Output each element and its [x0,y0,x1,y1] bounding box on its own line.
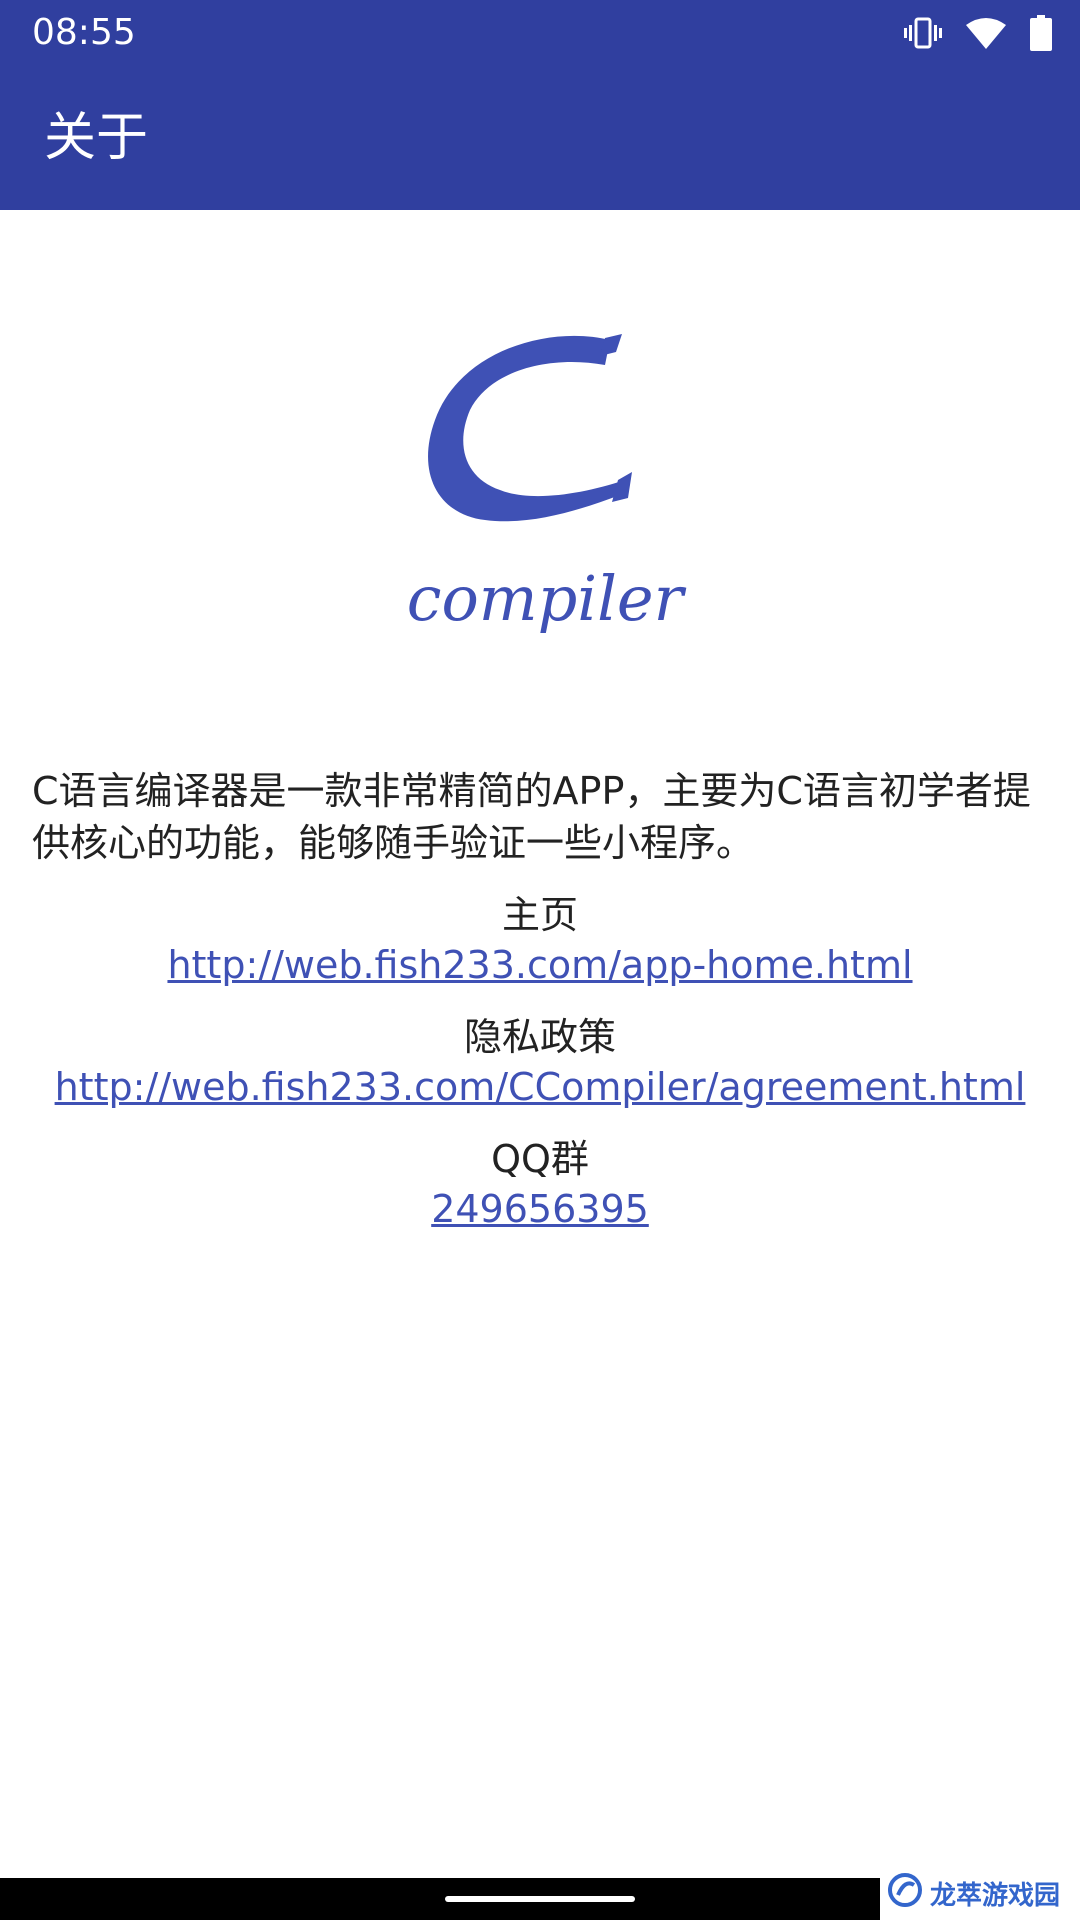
logo-letter: C [390,330,391,331]
status-bar: 08:55 [0,0,1080,66]
watermark-logo-icon [887,1873,922,1914]
homepage-link[interactable]: http://web.fish233.com/app-home.html [167,940,912,990]
page-title: 关于 [44,108,149,168]
privacy-label: 隐私政策 [463,1015,616,1059]
privacy-section: 隐私政策 http://web.fish233.com/CCompiler/ag… [0,1012,1080,1112]
home-gesture-handle[interactable] [445,1896,635,1902]
app-bar: 关于 [0,66,1080,210]
watermark-text: 龙萃游戏园 [929,1881,1060,1911]
battery-icon [1030,15,1052,51]
homepage-section: 主页 http://web.fish233.com/app-home.html [0,890,1080,990]
privacy-link[interactable]: http://web.fish233.com/CCompiler/agreeme… [55,1062,1026,1112]
logo-word: compiler [407,562,687,635]
status-time: 08:55 [32,12,136,53]
watermark: 龙萃游戏园 [887,1873,1060,1914]
qq-label: QQ群 [491,1137,589,1181]
vibrate-icon [904,16,942,50]
navigation-bar [0,1878,880,1920]
app-logo: compiler C [390,330,700,660]
app-description: C语言编译器是一款非常精简的APP，主要为C语言初学者提供核心的功能，能够随手验… [32,769,1031,865]
qq-link[interactable]: 249656395 [431,1184,649,1234]
qq-section: QQ群 249656395 [0,1134,1080,1234]
about-screen: 08:55 关于 compiler C C语言编译器是一款非常精简的APP，主要… [0,0,1080,1920]
wifi-icon [966,17,1006,49]
status-icons [904,12,1052,54]
homepage-label: 主页 [501,893,578,937]
